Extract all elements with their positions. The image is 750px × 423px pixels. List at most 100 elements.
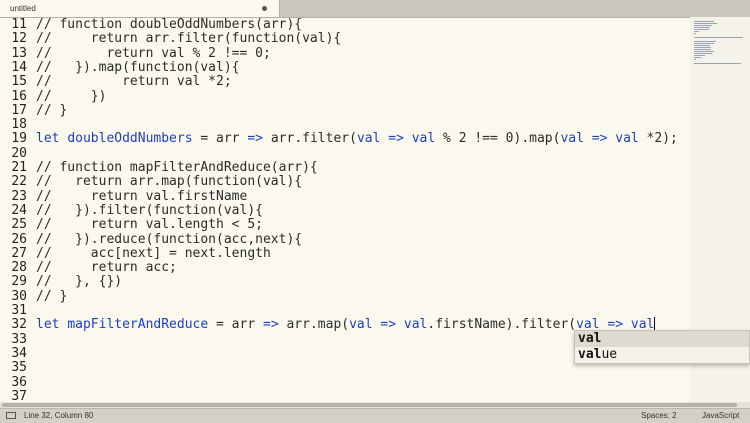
code-line[interactable]: 24 // }).filter(function(val){ [0,203,690,218]
line-code: // acc[next] = next.length [36,245,271,261]
autocomplete-rest: ue [601,347,618,362]
line-number: 11 [11,17,27,32]
line-number: 34 [11,345,27,361]
code-line[interactable]: 15 // return val *2; [0,74,690,89]
minimap-line [694,59,696,60]
line-number: 23 [11,188,27,204]
line-number: 28 [11,260,27,276]
line-number: 17 [11,102,27,118]
code-line[interactable]: 26 // }).reduce(function(acc,next){ [0,232,690,247]
minimap-line [694,21,714,22]
line-code: // } [36,102,68,118]
line-code: let doubleOddNumbers = arr => arr.filter… [36,131,678,147]
line-code: // return val.firstName [36,188,248,204]
line-code: // return val *2; [36,74,232,90]
line-code: // }).map(function(val){ [36,59,240,75]
line-code: // return arr.filter(function(val){ [36,31,342,47]
minimap-line [694,23,717,24]
minimap-line [694,25,712,26]
code-line[interactable]: 21 // function mapFilterAndReduce(arr){ [0,160,690,175]
line-code: // function doubleOddNumbers(arr){ [36,17,303,32]
line-number: 27 [11,245,27,261]
minimap-line [694,45,710,46]
code-line[interactable]: 20 [0,146,690,161]
line-number: 12 [11,31,27,47]
line-number: 31 [11,303,27,318]
code-line[interactable]: 28 // return acc; [0,260,690,275]
code-line[interactable]: 12 // return arr.filter(function(val){ [0,31,690,46]
scrollbar-thumb[interactable] [2,403,737,407]
autocomplete-popup[interactable]: val value [574,330,750,364]
unsaved-indicator-icon[interactable] [262,6,267,11]
tab-untitled[interactable]: untitled [0,0,280,17]
minimap-line [694,47,711,48]
code-line[interactable]: 29 // }, {}) [0,274,690,289]
line-code: // }).reduce(function(acc,next){ [36,231,303,247]
line-number: 24 [11,202,27,218]
line-code: // return acc; [36,260,177,276]
line-code: let mapFilterAndReduce = arr => arr.map(… [36,317,656,333]
code-line[interactable]: 23 // return val.firstName [0,189,690,204]
code-line[interactable]: 14 // }).map(function(val){ [0,60,690,75]
code-line[interactable]: 17 // } [0,103,690,118]
line-code: // } [36,288,68,304]
line-code: // function mapFilterAndReduce(arr){ [36,160,318,175]
code-line[interactable]: 13 // return val % 2 !== 0; [0,46,690,61]
line-number: 16 [11,88,27,104]
minimap-line [694,53,712,54]
autocomplete-item[interactable]: value [575,347,749,363]
minimap-line [694,31,699,32]
code-line[interactable]: 36 [0,375,690,390]
line-number: 19 [11,131,27,147]
status-bar: Line 32, Column 80 Spaces: 2 JavaScript [0,408,750,423]
code-line[interactable]: 22 // return arr.map(function(val){ [0,174,690,189]
tab-bar: untitled [0,0,750,18]
code-line[interactable]: 31 [0,303,690,318]
line-code: // }).filter(function(val){ [36,202,263,218]
code-line[interactable]: 19 let doubleOddNumbers = arr => arr.filt… [0,131,690,146]
syntax-mode[interactable]: JavaScript [702,411,739,420]
code-line[interactable]: 27 // acc[next] = next.length [0,246,690,261]
minimap-line [694,27,710,28]
minimap-line [694,41,716,42]
line-number: 32 [11,317,27,333]
cursor-position: Line 32, Column 80 [24,411,94,420]
minimap-line [694,63,741,64]
code-line[interactable]: 16 // }) [0,89,690,104]
line-number: 21 [11,160,27,175]
minimap-line [694,43,714,44]
autocomplete-match: val [578,347,602,362]
line-code: // return val % 2 !== 0; [36,45,271,61]
line-number: 18 [11,117,27,133]
line-code: // return val.length < 5; [36,217,263,233]
line-number: 14 [11,59,27,75]
line-number: 26 [11,231,27,247]
tab-title: untitled [10,4,36,13]
panel-toggle-icon[interactable] [6,412,16,419]
line-number: 25 [11,217,27,233]
minimap-line [694,37,743,38]
minimap-line [694,49,711,50]
line-number: 20 [11,145,27,161]
code-line[interactable]: 18 [0,117,690,132]
line-number: 15 [11,74,27,90]
indentation-setting[interactable]: Spaces: 2 [641,411,677,420]
line-code: // }, {}) [36,274,123,290]
minimap-line [694,33,696,34]
line-code: // return arr.map(function(val){ [36,174,303,190]
line-number: 36 [11,374,27,390]
line-code: // }) [36,88,107,104]
code-line[interactable]: 11 // function doubleOddNumbers(arr){ [0,17,690,32]
line-number: 33 [11,331,27,347]
line-number: 35 [11,360,27,376]
autocomplete-item[interactable]: val [575,331,749,347]
code-line[interactable]: 30 // } [0,289,690,304]
code-line[interactable]: 25 // return val.length < 5; [0,217,690,232]
minimap-line [694,55,705,56]
minimap-line [694,57,701,58]
line-number: 13 [11,45,27,61]
autocomplete-match: val [578,331,602,346]
line-number: 29 [11,274,27,290]
line-number: 22 [11,174,27,190]
line-number: 30 [11,288,27,304]
